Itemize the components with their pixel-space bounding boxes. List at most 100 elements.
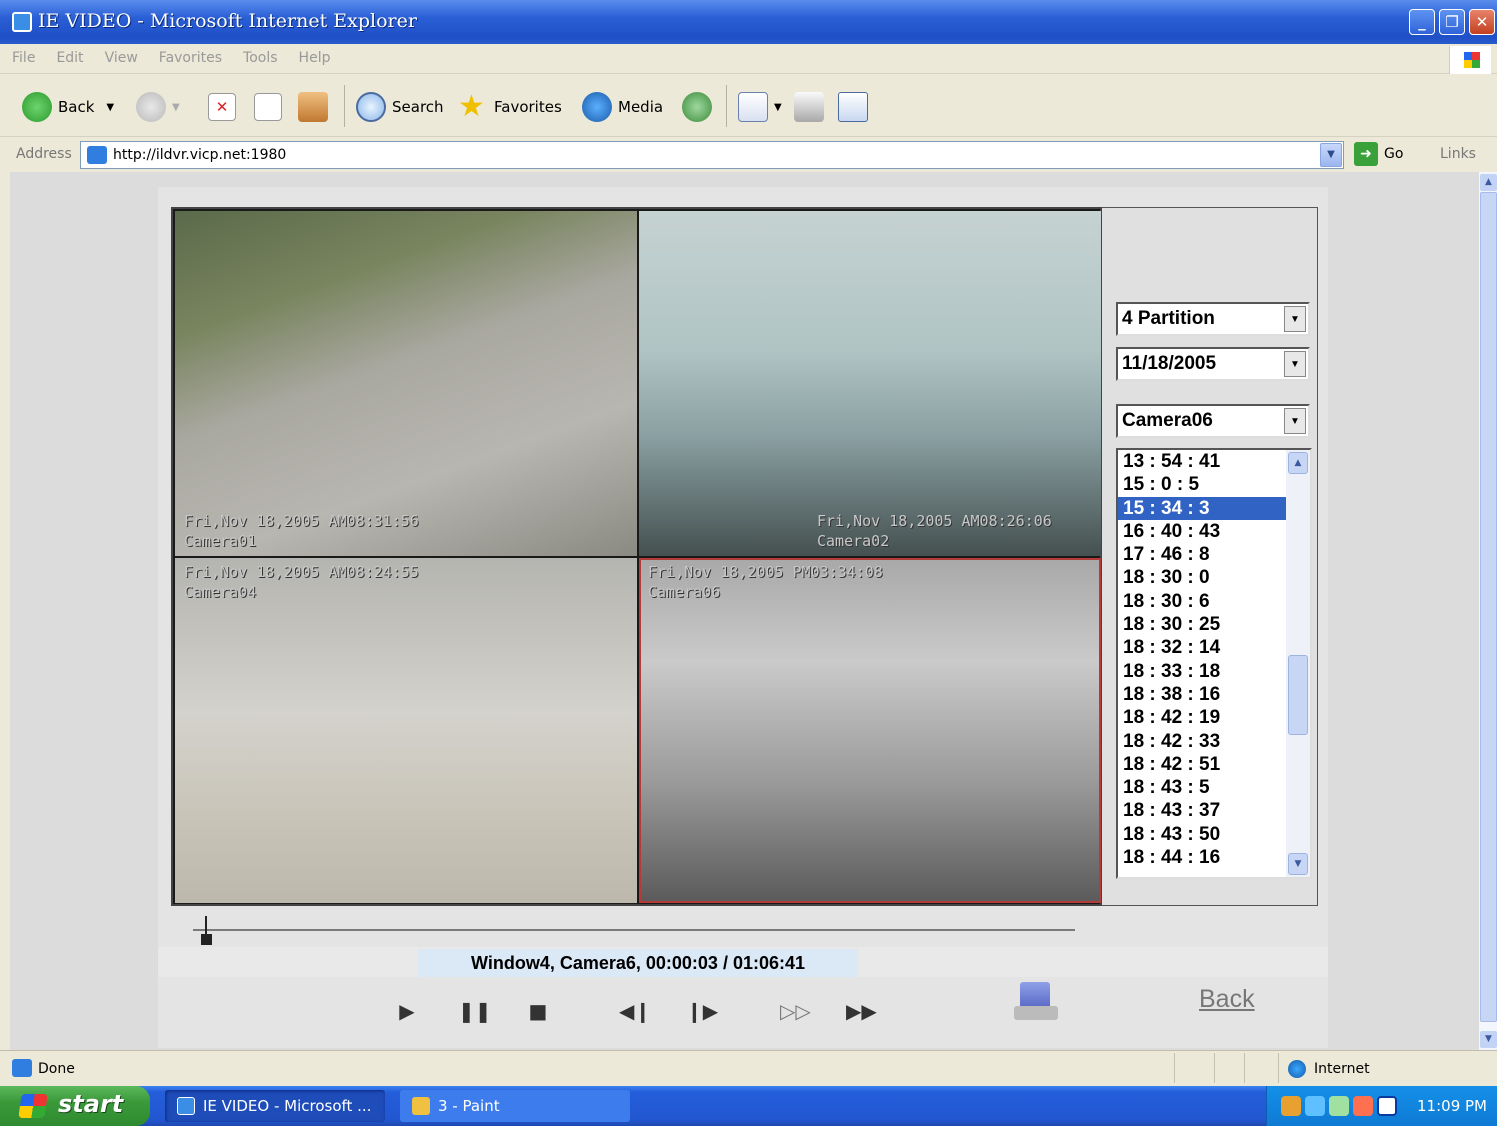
menu-tools[interactable]: Tools (243, 50, 278, 66)
step-forward-icon[interactable]: ❙▶ (686, 998, 718, 1024)
print-button[interactable] (794, 91, 830, 123)
history-icon (682, 92, 712, 122)
paint-icon (412, 1097, 430, 1115)
refresh-button[interactable] (254, 91, 288, 123)
pause-icon[interactable]: ❚❚ (458, 998, 492, 1024)
favorites-button[interactable]: ★ Favorites (458, 91, 562, 123)
partition-select[interactable]: 4 Partition ▼ (1116, 302, 1310, 336)
scroll-thumb[interactable] (1288, 655, 1308, 735)
play-icon[interactable]: ▶ (392, 998, 422, 1024)
time-list-item[interactable]: 18 : 42 : 19 (1118, 706, 1286, 729)
status-bar: Done Internet (0, 1050, 1497, 1084)
menu-file[interactable]: File (12, 50, 35, 66)
date-select[interactable]: 11/18/2005 ▼ (1116, 347, 1310, 381)
list-scrollbar[interactable]: ▲ ▼ (1286, 450, 1310, 877)
back-link[interactable]: Back (1199, 985, 1255, 1014)
ie-icon (177, 1097, 195, 1115)
time-list-item[interactable]: 18 : 30 : 6 (1118, 590, 1286, 613)
playback-slider-track[interactable] (193, 929, 1075, 931)
time-list-item[interactable]: 18 : 44 : 16 (1118, 846, 1286, 869)
mail-button[interactable]: ▼ (738, 91, 782, 123)
menu-help[interactable]: Help (299, 50, 331, 66)
minimize-button[interactable]: _ (1409, 9, 1435, 35)
links-button[interactable]: Links (1440, 146, 1476, 162)
time-list-item[interactable]: 18 : 32 : 14 (1118, 636, 1286, 659)
back-button[interactable]: Back ▼ (22, 91, 114, 123)
forward-button[interactable]: ▼ (136, 91, 180, 123)
stop-icon[interactable]: ■ (523, 998, 553, 1024)
camera-view-6-selected[interactable]: Fri,Nov 18,2005 PM03:34:08 Camera06 (639, 558, 1101, 903)
address-dropdown-icon[interactable]: ▼ (1320, 143, 1342, 167)
scroll-up-icon[interactable]: ▲ (1288, 452, 1308, 474)
time-list-item[interactable]: 15 : 34 : 3 (1118, 496, 1286, 520)
playback-status: Window4, Camera6, 00:00:03 / 01:06:41 (418, 949, 858, 977)
title-bar[interactable]: IE VIDEO - Microsoft Internet Explorer _… (0, 0, 1497, 44)
time-list-item[interactable]: 18 : 43 : 50 (1118, 823, 1286, 846)
tray-icon[interactable] (1305, 1096, 1325, 1116)
address-input[interactable]: http://ildvr.vicp.net:1980 (80, 141, 1344, 169)
address-bar: Address http://ildvr.vicp.net:1980 ▼ ➜ Go… (0, 138, 1497, 172)
time-list-item[interactable]: 18 : 42 : 51 (1118, 753, 1286, 776)
time-list-item[interactable]: 18 : 43 : 37 (1118, 799, 1286, 822)
home-button[interactable] (298, 91, 334, 123)
time-list-item[interactable]: 18 : 30 : 25 (1118, 613, 1286, 636)
menu-view[interactable]: View (105, 50, 138, 66)
home-icon (298, 92, 328, 122)
menu-edit[interactable]: Edit (56, 50, 83, 66)
start-button[interactable]: start (0, 1086, 150, 1126)
mail-icon (738, 92, 768, 122)
stop-button[interactable]: ✕ (208, 91, 242, 123)
tray-icon[interactable] (1281, 1096, 1301, 1116)
tray-icon[interactable] (1329, 1096, 1349, 1116)
search-button[interactable]: Search (356, 91, 444, 123)
time-list-item[interactable]: 18 : 38 : 16 (1118, 683, 1286, 706)
slow-forward-icon[interactable]: ▷▷ (780, 998, 811, 1024)
time-list-item[interactable]: 16 : 40 : 43 (1118, 520, 1286, 543)
history-button[interactable] (682, 91, 718, 123)
dropdown-arrow-icon[interactable]: ▼ (1284, 408, 1306, 434)
fast-forward-icon[interactable]: ▶▶ (846, 998, 877, 1024)
window-title: IE VIDEO - Microsoft Internet Explorer (38, 10, 417, 32)
close-button[interactable]: ✕ (1469, 9, 1495, 35)
save-icon[interactable] (1012, 978, 1060, 1022)
taskbar-item-ie[interactable]: IE VIDEO - Microsoft ... (165, 1090, 385, 1122)
time-list-item[interactable]: 17 : 46 : 8 (1118, 543, 1286, 566)
camera-select[interactable]: Camera06 ▼ (1116, 404, 1310, 438)
time-list-item[interactable]: 15 : 0 : 5 (1118, 473, 1286, 496)
camera-view-1[interactable]: Fri,Nov 18,2005 AM08:31:56 Camera01 (175, 211, 637, 556)
camera-view-4[interactable]: Fri,Nov 18,2005 AM08:24:55 Camera04 (175, 558, 637, 903)
edit-icon (838, 92, 868, 122)
go-button[interactable]: ➜ Go (1354, 142, 1403, 166)
search-icon (356, 92, 386, 122)
windows-flag-icon (18, 1094, 48, 1118)
back-dropdown-icon[interactable]: ▼ (106, 102, 114, 113)
taskbar-item-paint[interactable]: 3 - Paint (400, 1090, 630, 1122)
scroll-up-icon[interactable]: ▲ (1480, 174, 1497, 191)
media-button[interactable]: Media (582, 91, 663, 123)
recording-time-list[interactable]: 13 : 54 : 41 15 : 0 : 5 15 : 34 : 3 16 : 40… (1116, 448, 1312, 879)
time-list-item[interactable]: 18 : 43 : 5 (1118, 776, 1286, 799)
scroll-down-icon[interactable]: ▼ (1480, 1031, 1497, 1048)
dropdown-arrow-icon[interactable]: ▼ (1284, 306, 1306, 332)
camera-view-2[interactable]: Fri,Nov 18,2005 AM08:26:06 Camera02 (639, 211, 1101, 556)
time-list-item[interactable]: 18 : 33 : 18 (1118, 660, 1286, 683)
time-list-item[interactable]: 13 : 54 : 41 (1118, 450, 1286, 473)
step-back-icon[interactable]: ◀❙ (619, 998, 651, 1024)
address-label: Address (16, 146, 72, 162)
scroll-down-icon[interactable]: ▼ (1288, 853, 1308, 875)
print-icon (794, 92, 824, 122)
maximize-button[interactable]: ❐ (1439, 9, 1465, 35)
page-scrollbar[interactable]: ▲ ▼ (1478, 172, 1497, 1050)
scroll-thumb[interactable] (1480, 192, 1497, 1022)
tray-icon[interactable] (1353, 1096, 1373, 1116)
menu-favorites[interactable]: Favorites (159, 50, 222, 66)
media-icon (582, 92, 612, 122)
edit-button[interactable] (838, 91, 874, 123)
media-tray-icon[interactable] (1377, 1096, 1397, 1116)
time-list-item[interactable]: 18 : 30 : 0 (1118, 566, 1286, 589)
dropdown-arrow-icon[interactable]: ▼ (1284, 351, 1306, 377)
time-list-item[interactable]: 18 : 42 : 33 (1118, 730, 1286, 753)
browser-window: IE VIDEO - Microsoft Internet Explorer _… (0, 0, 1497, 1126)
playback-slider-knob[interactable] (201, 916, 213, 946)
star-icon: ★ (458, 89, 485, 124)
